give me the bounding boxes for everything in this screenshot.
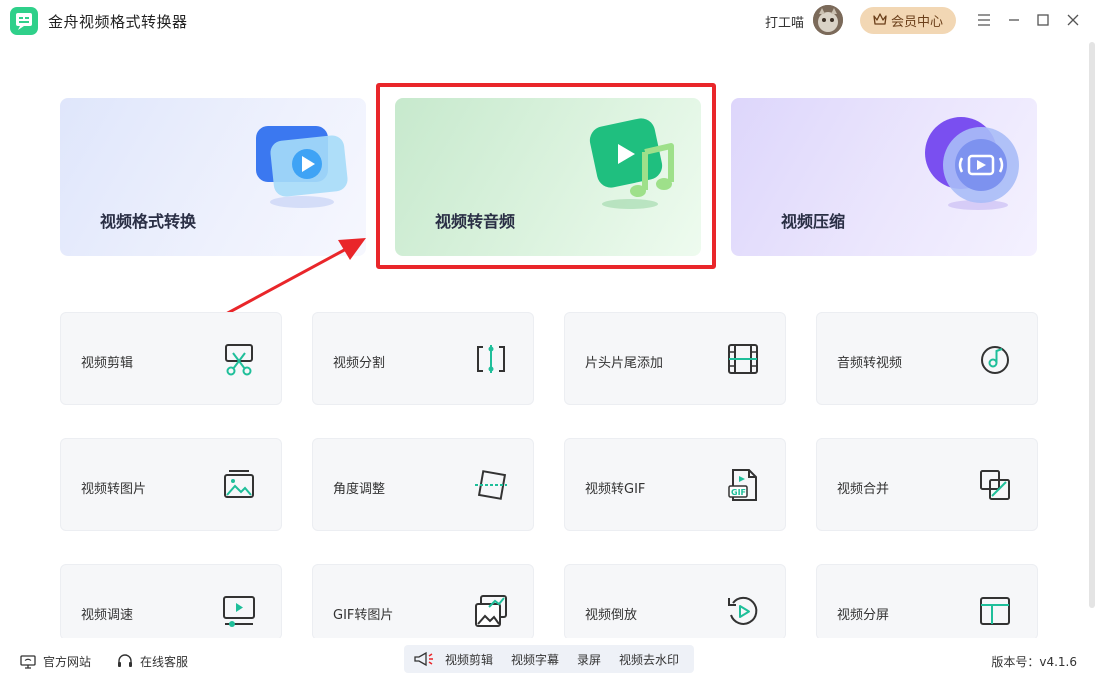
tool-label: 视频分屏 <box>837 608 890 623</box>
menu-icon[interactable] <box>974 10 994 30</box>
tool-label: 视频剪辑 <box>81 356 134 371</box>
shortcut-item[interactable]: 视频去水印 <box>619 651 679 668</box>
username[interactable]: 打工喵 <box>765 12 804 31</box>
online-service-label: 在线客服 <box>140 655 189 669</box>
crown-icon <box>873 12 887 29</box>
tool-label: 片头片尾添加 <box>585 356 664 371</box>
tool-intro-outro[interactable]: 片头片尾添加 <box>564 312 786 405</box>
feature-video-to-audio[interactable]: 视频转音频 <box>395 98 701 256</box>
shortcut-bar: 视频剪辑 视频字幕 录屏 视频去水印 <box>404 645 694 673</box>
feature-label: 视频格式转换 <box>100 212 197 231</box>
tool-split-screen[interactable]: 视频分屏 <box>816 564 1038 640</box>
tool-video-to-image[interactable]: 视频转图片 <box>60 438 282 531</box>
megaphone-icon <box>414 651 433 667</box>
rotate-frame-icon <box>475 470 507 500</box>
avatar[interactable] <box>813 5 843 35</box>
music-note-icon <box>981 346 1009 374</box>
scrollbar[interactable] <box>1089 42 1095 608</box>
video-audio-icon <box>589 118 674 209</box>
tool-label: 视频调速 <box>81 608 134 623</box>
headset-icon <box>118 654 132 667</box>
close-icon[interactable] <box>1063 10 1083 30</box>
vip-center-label: 会员中心 <box>890 15 943 30</box>
tool-gif-to-image[interactable]: GIF转图片 <box>312 564 534 640</box>
tool-video-to-gif[interactable]: 视频转GIF GIF <box>564 438 786 531</box>
maximize-icon[interactable] <box>1033 10 1053 30</box>
vip-center-button[interactable]: 会员中心 <box>860 7 956 34</box>
tool-label: 音频转视频 <box>837 356 903 371</box>
scissors-icon <box>225 344 253 376</box>
tool-video-edit[interactable]: 视频剪辑 <box>60 312 282 405</box>
film-strip-icon <box>728 344 758 374</box>
tool-label: 视频转图片 <box>81 482 147 497</box>
shortcut-item[interactable]: 视频剪辑 <box>445 651 493 668</box>
feature-video-compress[interactable]: 视频压缩 <box>731 98 1037 256</box>
tool-video-reverse[interactable]: 视频倒放 <box>564 564 786 640</box>
tool-label: 角度调整 <box>333 482 386 497</box>
tool-label: 视频分割 <box>333 356 386 371</box>
feature-label: 视频压缩 <box>781 212 846 231</box>
online-service-link[interactable]: 在线客服 <box>117 653 188 670</box>
tool-video-merge[interactable]: 视频合并 <box>816 438 1038 531</box>
video-convert-icon <box>256 126 348 208</box>
gif-file-icon: GIF <box>728 469 757 501</box>
official-website-label: 官方网站 <box>43 655 92 669</box>
speed-screen-icon <box>223 596 255 627</box>
app-logo <box>10 7 38 35</box>
split-screen-icon <box>980 597 1010 625</box>
minimize-icon[interactable] <box>1004 10 1024 30</box>
tool-label: 视频转GIF <box>585 482 646 497</box>
tool-video-split[interactable]: 视频分割 <box>312 312 534 405</box>
tool-label: 视频倒放 <box>585 608 638 623</box>
video-compress-icon <box>925 117 1019 210</box>
split-icon <box>477 345 505 373</box>
svg-text:GIF: GIF <box>731 488 746 497</box>
tool-audio-to-video[interactable]: 音频转视频 <box>816 312 1038 405</box>
footer: 官方网站 在线客服 视频剪辑 视频字幕 录屏 视频去水印 版本号：v4.1.6 <box>0 638 1097 678</box>
feature-label: 视频转音频 <box>435 212 516 231</box>
tool-video-speed[interactable]: 视频调速 <box>60 564 282 640</box>
tool-label: GIF转图片 <box>333 608 394 623</box>
official-website-link[interactable]: 官方网站 <box>20 653 91 670</box>
version-label: 版本号：v4.1.6 <box>991 655 1077 669</box>
merge-icon <box>980 470 1010 500</box>
gif-image-icon <box>475 595 507 627</box>
tool-angle-adjust[interactable]: 角度调整 <box>312 438 534 531</box>
shortcut-item[interactable]: 视频字幕 <box>511 651 559 668</box>
shortcut-item[interactable]: 录屏 <box>577 651 601 668</box>
monitor-icon <box>20 654 36 669</box>
app-title: 金舟视频格式转换器 <box>48 13 188 31</box>
reverse-play-icon <box>728 596 758 625</box>
title-bar: 金舟视频格式转换器 打工喵 会员中心 <box>0 0 1097 42</box>
image-icon <box>224 470 254 498</box>
tool-label: 视频合并 <box>837 482 890 497</box>
